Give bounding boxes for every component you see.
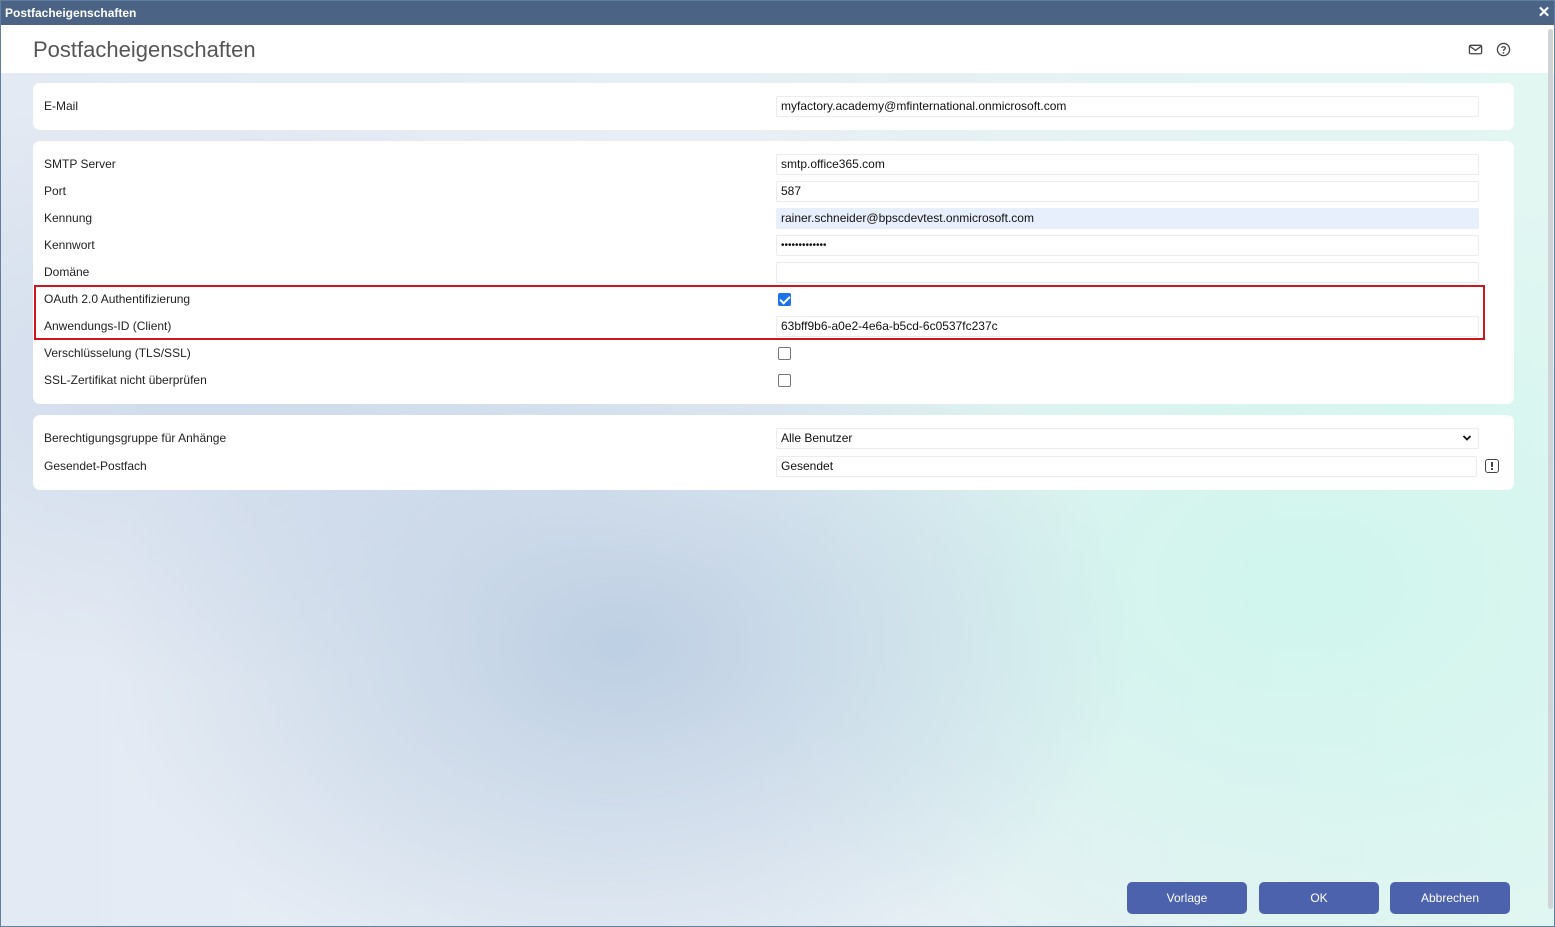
smtp-server-field[interactable]: smtp.office365.com [776, 154, 1479, 175]
password-field[interactable]: ••••••••••••• [776, 235, 1479, 256]
cancel-button[interactable]: Abbrechen [1390, 882, 1510, 914]
permission-select-value: Alle Benutzer [781, 431, 853, 445]
smtp-server-label: SMTP Server [44, 157, 116, 171]
client-id-label: Anwendungs-ID (Client) [44, 319, 172, 333]
dialog-content: Postfacheigenschaften E-Mail myfactory.a… [1, 25, 1554, 926]
page-header: Postfacheigenschaften [1, 25, 1554, 73]
password-row: Kennwort ••••••••••••• [33, 232, 1514, 259]
ssl-check-checkbox[interactable] [778, 374, 791, 387]
email-field[interactable]: myfactory.academy@mfinternational.onmicr… [776, 96, 1479, 117]
domain-row: Domäne [33, 259, 1514, 286]
sent-folder-row: Gesendet-Postfach Gesendet [33, 453, 1514, 480]
sent-folder-field[interactable]: Gesendet [776, 456, 1477, 477]
ok-button[interactable]: OK [1259, 882, 1379, 914]
permission-row: Berechtigungsgruppe für Anhänge Alle Ben… [33, 425, 1514, 452]
ssl-check-label: SSL-Zertifikat nicht überprüfen [44, 373, 207, 387]
page-title: Postfacheigenschaften [33, 37, 256, 62]
oauth-row: OAuth 2.0 Authentifizierung [33, 286, 1514, 313]
user-label: Kennung [44, 211, 93, 225]
sent-folder-label: Gesendet-Postfach [44, 459, 147, 473]
oauth-checkbox[interactable] [778, 293, 791, 306]
client-id-field[interactable]: 63bff9b6-a0e2-4e6a-b5cd-6c0537fc237c [776, 316, 1479, 337]
permission-select[interactable]: Alle Benutzer [776, 428, 1479, 449]
client-id-row: Anwendungs-ID (Client) 63bff9b6-a0e2-4e6… [33, 313, 1514, 340]
encryption-checkbox[interactable] [778, 347, 791, 360]
email-row: E-Mail myfactory.academy@mfinternational… [33, 93, 1514, 120]
permission-label: Berechtigungsgruppe für Anhänge [44, 431, 227, 445]
password-label: Kennwort [44, 238, 95, 252]
domain-label: Domäne [44, 265, 90, 279]
port-field[interactable]: 587 [776, 181, 1479, 202]
info-icon[interactable] [1485, 459, 1499, 473]
dialog-window: Postfacheigenschaften ✕ Postfacheigensch… [0, 0, 1555, 927]
email-card: E-Mail myfactory.academy@mfinternational… [33, 83, 1514, 130]
domain-field[interactable] [776, 262, 1479, 283]
template-button[interactable]: Vorlage [1127, 882, 1247, 914]
user-field[interactable]: rainer.schneider@bpscdevtest.onmicrosoft… [776, 208, 1479, 229]
encryption-label: Verschlüsselung (TLS/SSL) [44, 346, 191, 360]
scrollbar[interactable] [1546, 25, 1554, 926]
smtp-card: SMTP Server smtp.office365.com Port 587 … [33, 141, 1514, 404]
title-bar[interactable]: Postfacheigenschaften ✕ [1, 1, 1554, 25]
chevron-down-icon [1462, 435, 1472, 441]
attachments-card: Berechtigungsgruppe für Anhänge Alle Ben… [33, 415, 1514, 490]
user-row: Kennung rainer.schneider@bpscdevtest.onm… [33, 205, 1514, 232]
window-title: Postfacheigenschaften [5, 6, 137, 20]
email-label: E-Mail [44, 99, 79, 113]
port-row: Port 587 [33, 178, 1514, 205]
port-label: Port [44, 184, 67, 198]
ssl-check-row: SSL-Zertifikat nicht überprüfen [33, 367, 1514, 394]
smtp-server-row: SMTP Server smtp.office365.com [33, 151, 1514, 178]
help-icon[interactable] [1496, 42, 1511, 57]
encryption-row: Verschlüsselung (TLS/SSL) [33, 340, 1514, 367]
mail-icon[interactable] [1468, 42, 1483, 57]
oauth-label: OAuth 2.0 Authentifizierung [44, 292, 191, 306]
scrollbar-thumb[interactable] [1548, 29, 1553, 909]
close-icon[interactable]: ✕ [1537, 1, 1551, 25]
